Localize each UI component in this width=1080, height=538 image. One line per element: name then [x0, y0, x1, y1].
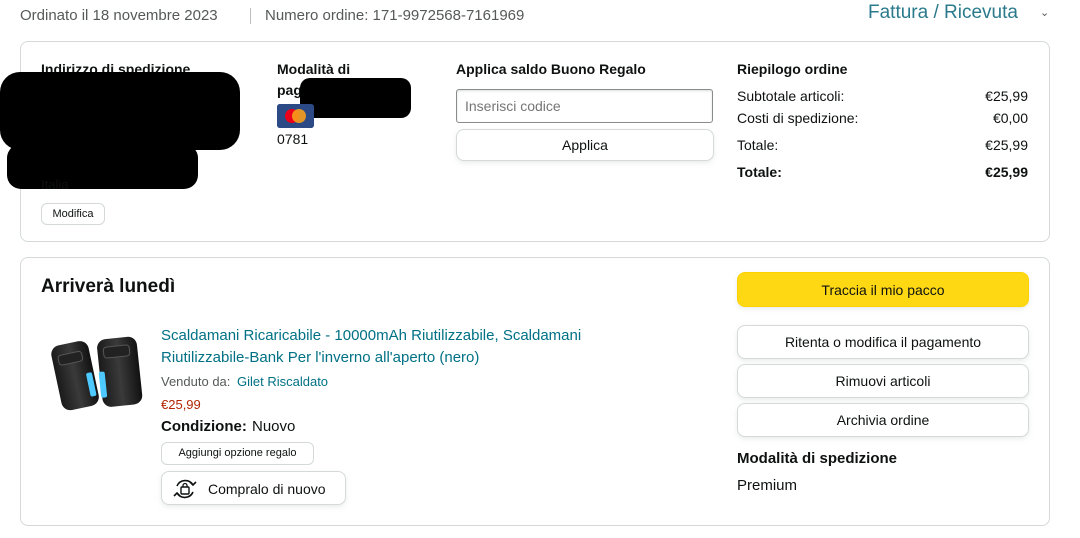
- order-header: Ordinato il 18 novembre 2023 Numero ordi…: [0, 0, 1080, 34]
- arrival-heading: Arriverà lunedì: [41, 276, 176, 297]
- product-price: €25,99: [161, 397, 201, 412]
- product-title-link-cont[interactable]: Riutilizzabile-Bank Per l'inverno all'ap…: [161, 347, 479, 369]
- card-last-digits: 0781: [277, 131, 309, 147]
- summary-title: Riepilogo ordine: [737, 61, 848, 77]
- chevron-down-icon[interactable]: ⌄: [1040, 6, 1049, 19]
- reorder-icon: [173, 479, 197, 499]
- redaction-address-2: [7, 144, 198, 189]
- order-number: Numero ordine: 171-9972568-7161969: [265, 7, 525, 24]
- summary-label: Totale:: [737, 137, 779, 153]
- header-divider: [250, 8, 251, 24]
- product-image[interactable]: [46, 330, 150, 416]
- track-package-button[interactable]: Traccia il mio pacco: [737, 272, 1029, 307]
- summary-label: Totale:: [737, 164, 782, 180]
- shipping-country: Italia: [41, 177, 69, 192]
- add-gift-option-button[interactable]: Aggiungi opzione regalo: [161, 442, 314, 465]
- buy-again-label: Compralo di nuovo: [208, 481, 326, 497]
- summary-value: €25,99: [985, 164, 1028, 180]
- shipping-method-title: Modalità di spedizione: [737, 450, 898, 467]
- gift-code-input[interactable]: [456, 89, 713, 123]
- gift-card-title: Applica saldo Buono Regalo: [456, 61, 646, 77]
- condition-label: Condizione:: [161, 418, 247, 435]
- summary-label: Costi di spedizione:: [737, 110, 859, 126]
- condition-value: Nuovo: [252, 418, 296, 435]
- seller-link[interactable]: Gilet Riscaldato: [237, 374, 328, 389]
- payment-title: Modalità di: [277, 61, 351, 77]
- remove-items-button[interactable]: Rimuovi articoli: [737, 364, 1029, 398]
- order-date: Ordinato il 18 novembre 2023: [20, 7, 218, 24]
- summary-value: €25,99: [985, 88, 1028, 104]
- apply-gift-button[interactable]: Applica: [456, 129, 714, 161]
- sold-by-label: Venduto da:: [161, 374, 231, 389]
- payment-title-cont: pag: [277, 82, 302, 98]
- buy-again-button[interactable]: Compralo di nuovo: [161, 471, 346, 505]
- product-title-link[interactable]: Scaldamani Ricaricabile - 10000mAh Riuti…: [161, 325, 581, 347]
- edit-address-button[interactable]: Modifica: [41, 203, 105, 225]
- summary-value: €25,99: [985, 137, 1028, 153]
- redaction-payment: [300, 78, 411, 118]
- invoice-link[interactable]: Fattura / Ricevuta: [868, 2, 1018, 24]
- summary-label: Subtotale articoli:: [737, 88, 845, 104]
- redaction-address: [0, 72, 240, 150]
- mastercard-icon: [277, 104, 314, 128]
- summary-value: €0,00: [992, 110, 1028, 126]
- shipping-method-value: Premium: [737, 477, 798, 494]
- retry-payment-button[interactable]: Ritenta o modifica il pagamento: [737, 325, 1029, 359]
- archive-order-button[interactable]: Archivia ordine: [737, 403, 1029, 437]
